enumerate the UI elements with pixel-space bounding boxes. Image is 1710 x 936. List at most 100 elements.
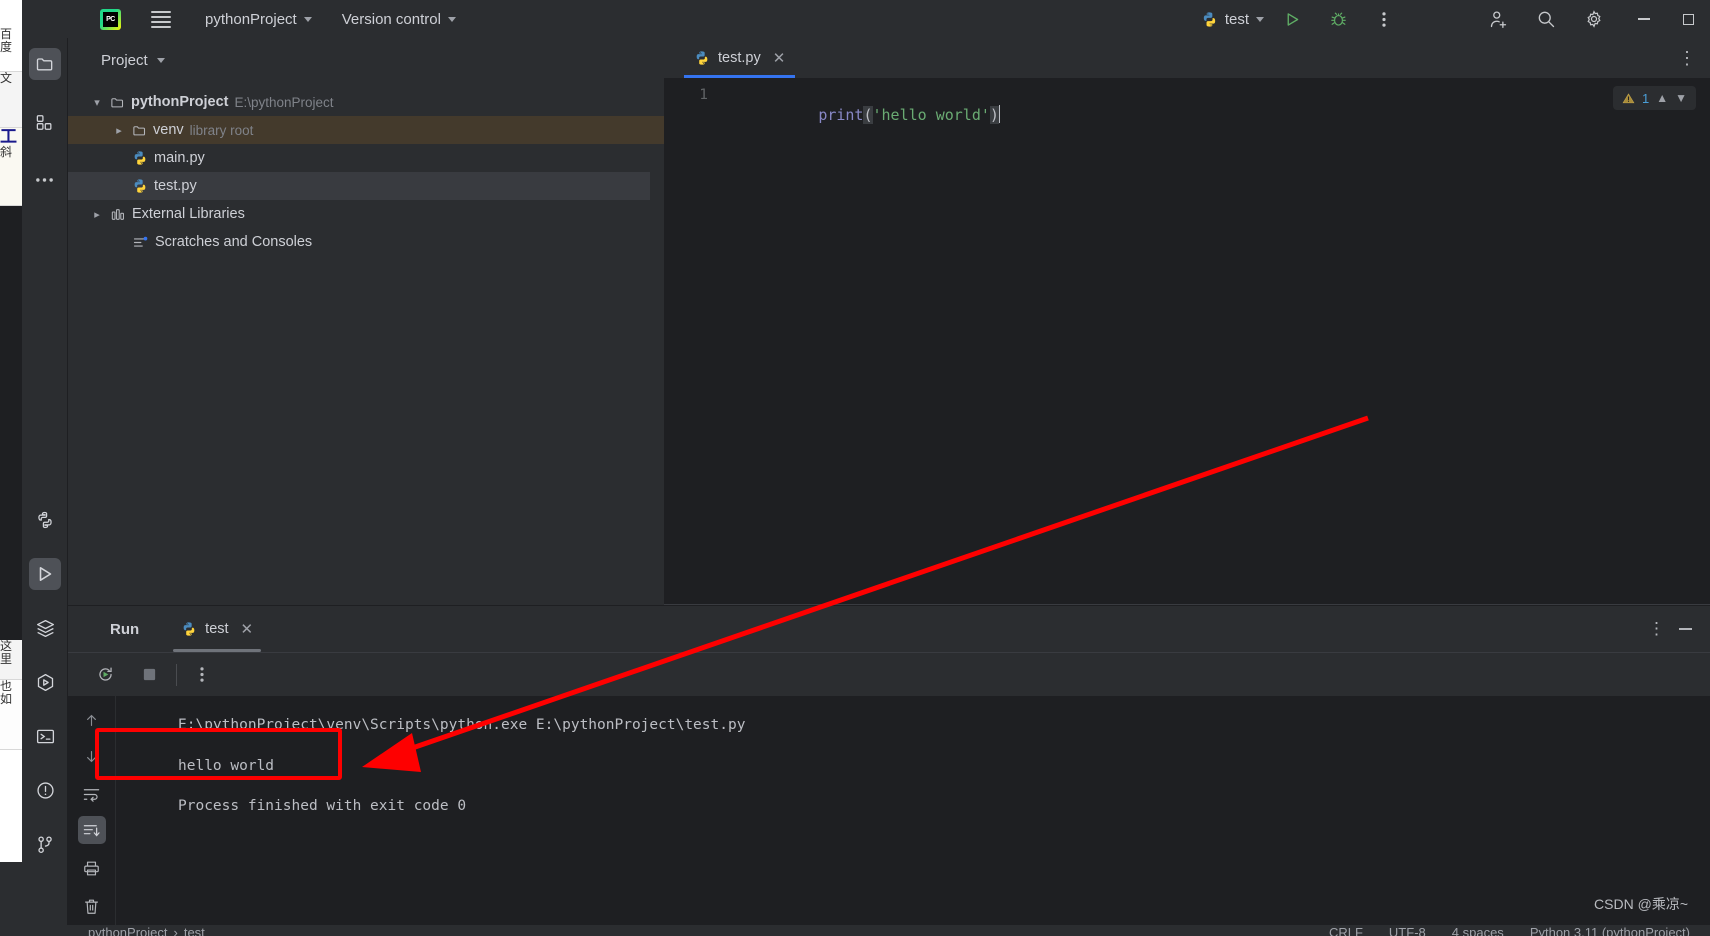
minimize-button[interactable]: [1622, 0, 1666, 38]
run-panel-header-right: ⋮: [1648, 620, 1700, 637]
tree-label: test.py: [154, 178, 197, 194]
library-icon: [111, 209, 125, 220]
code-function: print: [818, 106, 864, 124]
bg-line-6: 也如: [0, 680, 22, 750]
bg-bottom: [0, 862, 22, 936]
chevron-right-icon[interactable]: ▸: [112, 124, 126, 137]
gear-icon[interactable]: [1580, 5, 1608, 33]
code-string: 'hello world': [872, 106, 990, 124]
pycharm-window: 百度 文 工 斜 这里 也如 PC pythonProject Version …: [0, 0, 1710, 936]
close-icon[interactable]: ✕: [241, 620, 254, 638]
project-panel-title: Project: [101, 51, 148, 69]
console-line-command: E:\pythonProject\venv\Scripts\python.exe…: [178, 717, 746, 733]
sidebar-item-services[interactable]: [29, 612, 61, 644]
python-file-icon: [183, 622, 195, 636]
run-tab-test[interactable]: test ✕: [173, 606, 262, 652]
run-toolbar: [68, 652, 1710, 696]
print-icon[interactable]: [78, 854, 106, 882]
status-line-separator[interactable]: CRLF: [1329, 925, 1363, 936]
sidebar-item-run[interactable]: [29, 558, 61, 590]
scroll-to-end-icon[interactable]: [77, 816, 106, 844]
project-tree: ▾ pythonProject E:\pythonProject ▸ venv …: [68, 82, 664, 256]
project-panel-header[interactable]: Project: [68, 38, 664, 82]
status-interpreter[interactable]: Python 3.11 (pythonProject): [1530, 925, 1690, 936]
hamburger-menu-icon[interactable]: [151, 10, 171, 28]
editor-tab-test-py[interactable]: test.py ✕: [684, 38, 796, 78]
run-icon[interactable]: [1278, 5, 1306, 33]
chevron-down-icon: [303, 16, 312, 22]
scratches-icon: [133, 236, 148, 247]
editor-tab-label: test.py: [718, 50, 761, 66]
version-control-menu[interactable]: Version control: [342, 11, 456, 28]
pycharm-logo-icon: PC: [100, 8, 121, 30]
run-panel-header: Run test ✕ ⋮: [68, 606, 1710, 652]
search-icon[interactable]: [1532, 5, 1560, 33]
line-number-gutter: 1: [664, 78, 718, 605]
sidebar-item-problems[interactable]: [29, 774, 61, 806]
debug-icon[interactable]: [1324, 5, 1352, 33]
status-indent[interactable]: 4 spaces: [1452, 925, 1504, 936]
chevron-up-icon[interactable]: ▲: [1656, 91, 1668, 105]
run-options-icon[interactable]: ⋮: [1648, 620, 1665, 637]
more-tools-icon[interactable]: [29, 164, 61, 196]
editor-options-icon[interactable]: ⋮: [1678, 49, 1696, 67]
ide-frame: PC pythonProject Version control test Pr…: [22, 0, 1710, 936]
bg-line-5: 这里: [0, 640, 22, 680]
sidebar-item-project[interactable]: [28, 48, 61, 80]
project-tool-window: Project ▾ pythonProject E:\pythonProject…: [68, 38, 664, 605]
python-file-icon: [134, 151, 146, 165]
console-line-exit: Process finished with exit code 0: [178, 798, 467, 814]
sidebar-item-structure[interactable]: [29, 106, 61, 138]
sidebar-item-terminal[interactable]: [29, 720, 61, 752]
toolbar-separator: [176, 663, 177, 686]
more-vertical-icon[interactable]: [187, 660, 217, 690]
minimize-icon[interactable]: [1679, 628, 1692, 630]
tree-node-test-py[interactable]: ▸ test.py: [68, 172, 650, 200]
title-bar-right: test: [1201, 0, 1710, 38]
chevron-right-icon[interactable]: ▸: [90, 208, 104, 221]
soft-wrap-icon[interactable]: [78, 780, 106, 808]
close-icon[interactable]: ✕: [773, 49, 786, 67]
breadcrumb-separator: ›: [173, 925, 178, 936]
status-bar: pythonProject › test CRLF UTF-8 4 spaces…: [22, 925, 1710, 936]
code-line-1: print('hello world'): [728, 87, 1000, 142]
tree-node-external-libraries[interactable]: ▸ External Libraries: [68, 200, 664, 228]
tree-node-scratches-and-consoles[interactable]: ▸ Scratches and Consoles: [68, 228, 664, 256]
watermark-label: CSDN @乘凉~: [1594, 896, 1688, 912]
more-vertical-icon[interactable]: [1370, 5, 1398, 33]
inspection-widget[interactable]: 1 ▲ ▼: [1612, 86, 1696, 110]
warning-triangle-icon: [1622, 92, 1635, 103]
version-control-label: Version control: [341, 10, 441, 28]
annotation-highlight-box: [95, 728, 342, 780]
tree-node-main-py[interactable]: ▸ main.py: [68, 144, 664, 172]
tree-node-pythonproject[interactable]: ▾ pythonProject E:\pythonProject: [68, 88, 664, 116]
run-config-label: test: [1224, 10, 1249, 28]
tree-node-venv[interactable]: ▸ venv library root: [68, 116, 664, 144]
title-bar: PC pythonProject Version control test: [22, 0, 1710, 38]
project-name-menu[interactable]: pythonProject: [205, 11, 312, 28]
run-configuration-selector[interactable]: test: [1201, 11, 1264, 28]
line-number: 1: [699, 87, 708, 103]
sidebar-item-python-console[interactable]: [29, 504, 61, 536]
add-user-icon[interactable]: [1484, 5, 1512, 33]
code-open-paren: (: [863, 106, 873, 124]
sidebar-item-version-control[interactable]: [29, 828, 61, 860]
text-caret: [998, 105, 1000, 123]
status-bar-right: CRLF UTF-8 4 spaces Python 3.11 (pythonP…: [1329, 925, 1690, 936]
code-editor[interactable]: 1 print('hello world') 1 ▲ ▼: [664, 78, 1710, 605]
tree-label: main.py: [154, 150, 205, 166]
trash-icon[interactable]: [78, 892, 106, 920]
stop-icon[interactable]: [134, 660, 164, 690]
status-breadcrumb[interactable]: pythonProject › test: [88, 925, 205, 936]
chevron-down-icon[interactable]: ▼: [1675, 91, 1687, 105]
rerun-icon[interactable]: [90, 660, 120, 690]
status-encoding[interactable]: UTF-8: [1389, 925, 1426, 936]
tree-label: External Libraries: [132, 206, 245, 222]
console-text-block: E:\pythonProject\venv\Scripts\python.exe…: [178, 718, 1690, 840]
editor-tab-bar: test.py ✕ ⋮: [664, 38, 1710, 78]
bg-line-2: 文: [0, 72, 22, 128]
maximize-button[interactable]: [1666, 0, 1710, 38]
chevron-down-icon[interactable]: ▾: [90, 96, 104, 109]
sidebar-item-run-anything[interactable]: [29, 666, 61, 698]
python-file-icon: [134, 179, 146, 193]
